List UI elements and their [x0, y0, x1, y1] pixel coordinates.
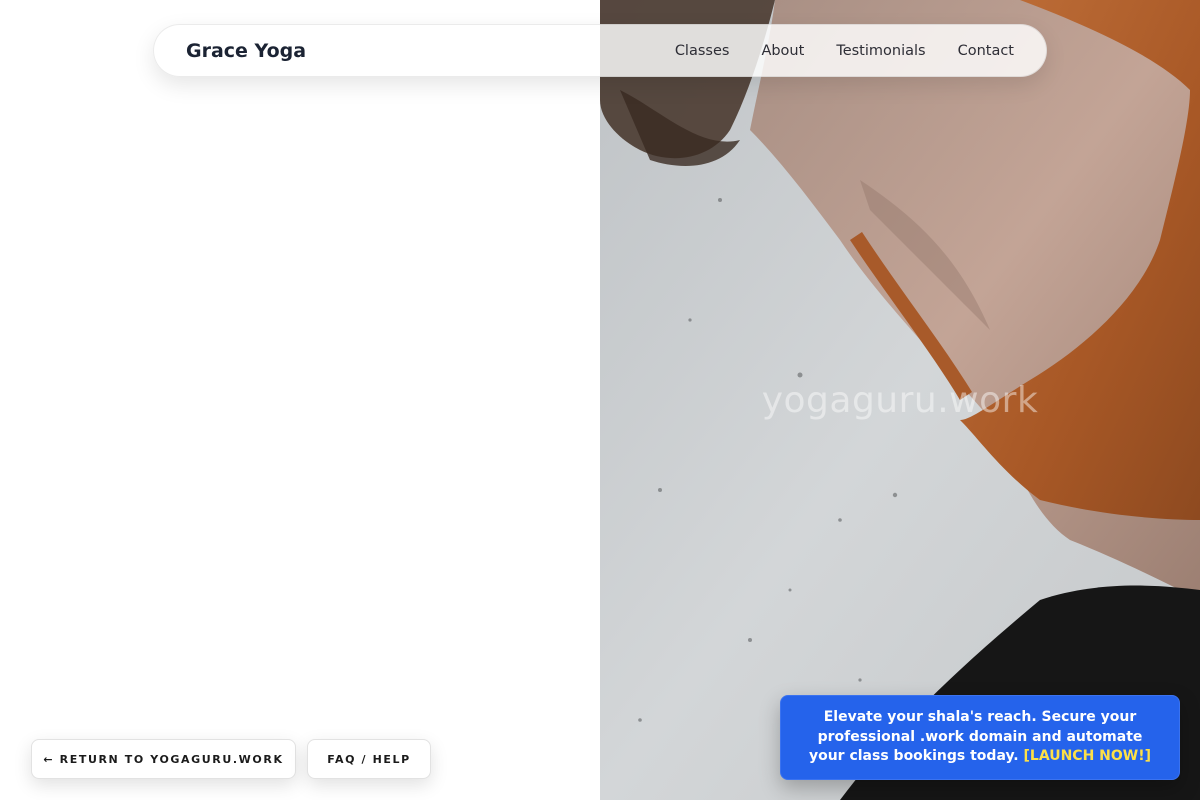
- left-blank-pane: [0, 0, 600, 800]
- launch-now-link[interactable]: [LAUNCH NOW!]: [1024, 748, 1152, 764]
- faq-help-button[interactable]: FAQ / HELP: [307, 739, 431, 779]
- nav-link-classes[interactable]: Classes: [675, 43, 730, 59]
- return-to-yogaguru-button[interactable]: ← RETURN TO YOGAGURU.WORK: [31, 739, 296, 779]
- nav-link-about[interactable]: About: [761, 43, 804, 59]
- watermark-text: yogaguru.work: [761, 380, 1039, 421]
- nav-links: Classes About Testimonials Contact: [675, 43, 1014, 59]
- top-navbar: Grace Yoga Classes About Testimonials Co…: [153, 24, 1047, 77]
- nav-link-contact[interactable]: Contact: [958, 43, 1014, 59]
- promo-banner: Elevate your shala's reach. Secure your …: [780, 695, 1180, 780]
- page: yogaguru.work Grace Yoga Classes About T…: [0, 0, 1200, 800]
- brand-logo-text[interactable]: Grace Yoga: [186, 40, 306, 62]
- nav-link-testimonials[interactable]: Testimonials: [836, 43, 925, 59]
